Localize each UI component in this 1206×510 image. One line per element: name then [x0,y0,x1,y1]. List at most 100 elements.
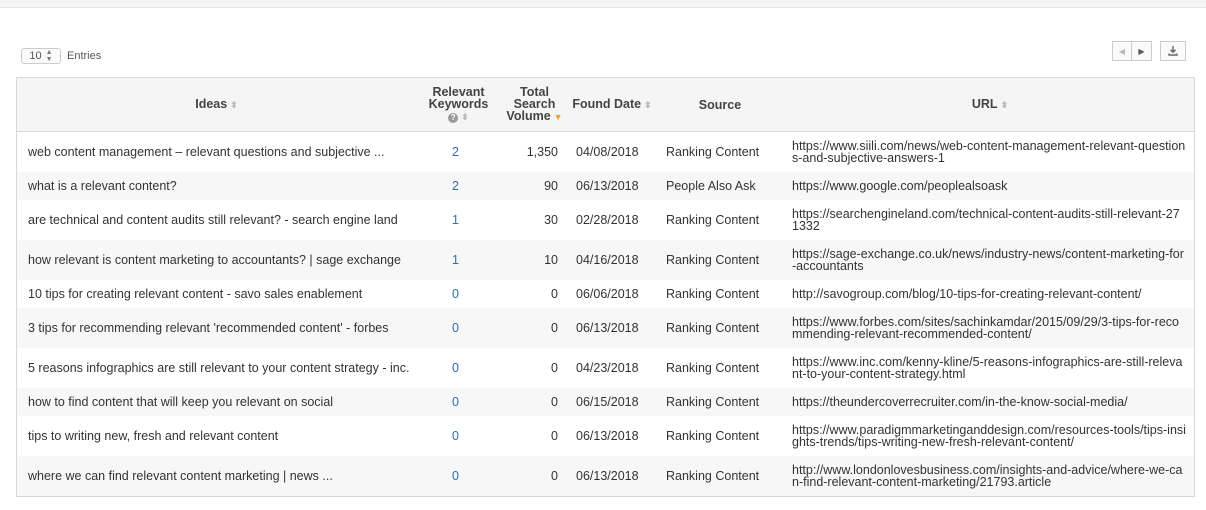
entries-label: Entries [67,50,102,62]
sort-icon: ⬍ [1000,100,1009,110]
idea-cell: how relevant is content marketing to acc… [17,239,416,280]
help-icon[interactable]: ? [448,113,459,123]
relevant-keywords-link[interactable]: 0 [416,280,501,308]
column-header-total-search-volume[interactable]: Total Search Volume ▼ [501,78,568,132]
prev-page-button[interactable]: ◀ [1112,41,1132,61]
found-date-cell: 02/28/2018 [576,212,639,227]
header-label: Found Date [572,97,642,111]
table-row: are technical and content audits still r… [17,200,1194,240]
idea-cell: 3 tips for recommending relevant 'recomm… [17,307,416,348]
relevant-keywords-link[interactable]: 0 [416,416,501,456]
search-volume-cell: 0 [501,307,568,348]
entries-select[interactable]: 10 ▲ ▼ [21,48,61,64]
found-date-cell: 06/15/2018 [568,387,656,416]
table-row: tips to writing new, fresh and relevant … [17,416,1194,456]
table-row: web content management – relevant questi… [17,132,1194,172]
column-header-relevant-keywords[interactable]: Relevant Keywords ? ⬍ [416,78,501,132]
header-label: Ideas [195,97,228,111]
source-cell: Ranking Content [656,387,784,416]
url-cell: http://savogroup.com/blog/10-tips-for-cr… [792,286,1142,301]
sort-descending-icon: ▼ [553,112,563,122]
idea-cell: how to find content that will keep you r… [17,387,416,416]
source-cell: Ranking Content [656,307,784,348]
source-cell: Ranking Content [666,428,760,443]
download-icon [1168,46,1178,56]
sort-icon: ⬍ [461,112,469,122]
relevant-keywords-link[interactable]: 0 [416,307,501,348]
relevant-keywords-link[interactable]: 0 [416,387,501,416]
found-date-cell: 06/13/2018 [568,171,656,200]
url-cell: https://www.forbes.com/sites/sachinkamda… [784,307,1194,348]
table-row: 5 reasons infographics are still relevan… [17,348,1194,388]
header-label: Relevant Keywords [428,85,489,111]
url-cell: https://sage-exchange.co.uk/news/industr… [784,239,1194,280]
search-volume-cell: 0 [551,286,558,301]
sort-icon: ⬍ [230,100,238,110]
url-cell: http://www.londonlovesbusiness.com/insig… [784,455,1194,496]
download-button[interactable] [1160,41,1186,61]
url-cell: https://www.siili.com/news/web-content-m… [792,138,1186,165]
search-volume-cell: 0 [501,387,568,416]
search-volume-cell: 1,350 [526,144,558,159]
source-cell: Ranking Content [656,239,784,280]
source-cell: Ranking Content [666,212,760,227]
found-date-cell: 06/06/2018 [576,286,639,301]
column-header-url[interactable]: URL ⬍ [784,78,1194,132]
source-cell: Ranking Content [666,286,760,301]
idea-cell: 10 tips for creating relevant content - … [28,286,363,301]
search-volume-cell: 0 [501,455,568,496]
found-date-cell: 06/13/2018 [568,455,656,496]
table-row: where we can find relevant content marke… [17,455,1194,496]
content-panel: 10 ▲ ▼ Entries ◀ ▶ Ideas ⬍ Relevant Keyw… [0,7,1206,510]
url-cell: https://searchengineland.com/technical-c… [792,206,1180,233]
relevant-keywords-link[interactable]: 2 [416,132,501,172]
relevant-keywords-link[interactable]: 2 [416,171,501,200]
source-cell: Ranking Content [656,455,784,496]
pager: ◀ ▶ [1112,41,1186,61]
column-header-source[interactable]: Source [656,78,784,132]
found-date-cell: 04/16/2018 [568,239,656,280]
found-date-cell: 06/13/2018 [576,428,639,443]
entries-select-value: 10 [29,50,42,62]
column-header-found-date[interactable]: Found Date ⬍ [568,78,656,132]
found-date-cell: 04/23/2018 [576,360,639,375]
table-row: 3 tips for recommending relevant 'recomm… [17,307,1194,348]
ideas-table: Ideas ⬍ Relevant Keywords ? ⬍ Total Search… [16,77,1195,497]
idea-cell: where we can find relevant content marke… [17,455,416,496]
search-volume-cell: 0 [551,428,558,443]
relevant-keywords-link[interactable]: 1 [416,239,501,280]
relevant-keywords-link[interactable]: 0 [416,455,501,496]
header-label: URL [971,97,998,111]
next-page-button[interactable]: ▶ [1132,41,1152,61]
source-cell: People Also Ask [656,171,784,200]
triangle-left-icon: ◀ [1118,46,1126,56]
table-row: how to find content that will keep you r… [17,387,1194,416]
table-row: 10 tips for creating relevant content - … [17,280,1194,308]
search-volume-cell: 90 [501,171,568,200]
url-cell: https://www.inc.com/kenny-kline/5-reason… [792,354,1183,381]
table-header-row: Ideas ⬍ Relevant Keywords ? ⬍ Total Search… [17,78,1194,132]
triangle-right-icon: ▶ [1138,46,1145,56]
found-date-cell: 06/13/2018 [568,307,656,348]
relevant-keywords-link[interactable]: 1 [416,200,501,240]
search-volume-cell: 10 [501,239,568,280]
source-cell: Ranking Content [666,144,760,159]
sort-icon: ⬍ [644,100,652,110]
idea-cell: tips to writing new, fresh and relevant … [28,428,279,443]
idea-cell: web content management – relevant questi… [28,144,385,159]
found-date-cell: 04/08/2018 [576,144,639,159]
idea-cell: what is a relevant content? [17,171,416,200]
url-cell: https://www.google.com/peoplealsoask [784,171,1194,200]
header-label: Source [698,97,742,112]
url-cell: https://www.paradigmmarketinganddesign.c… [792,422,1186,449]
header-label: Total Search Volume [506,85,556,123]
table-row: what is a relevant content? 2 90 06/13/2… [17,171,1194,200]
column-header-ideas[interactable]: Ideas ⬍ [17,78,416,132]
source-cell: Ranking Content [666,360,760,375]
pagination-buttons: ◀ ▶ [1112,41,1152,61]
sort-updown-icon: ▲ ▼ [45,49,53,63]
idea-cell: are technical and content audits still r… [28,212,398,227]
url-cell: https://theundercoverrecruiter.com/in-th… [784,387,1194,416]
table-row: how relevant is content marketing to acc… [17,239,1194,280]
relevant-keywords-link[interactable]: 0 [416,348,501,388]
